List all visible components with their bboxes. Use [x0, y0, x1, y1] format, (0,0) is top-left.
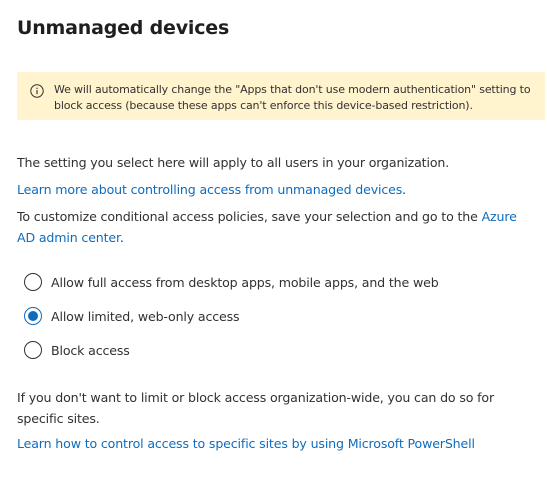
setting-scope-text: The setting you select here will apply t… [17, 155, 450, 170]
warning-banner: We will automatically change the "Apps t… [17, 72, 545, 120]
banner-text: We will automatically change the "Apps t… [54, 83, 531, 112]
customize-text-lead: To customize conditional access policies… [17, 209, 482, 224]
radio-button[interactable] [24, 273, 42, 291]
site-specific-text: If you don't want to limit or block acce… [17, 390, 495, 426]
radio-label: Allow full access from desktop apps, mob… [51, 274, 439, 290]
radio-button[interactable] [24, 307, 42, 325]
info-icon [30, 84, 44, 98]
radio-option-full-access[interactable]: Allow full access from desktop apps, mob… [24, 273, 439, 291]
radio-option-limited-access[interactable]: Allow limited, web-only access [24, 307, 240, 325]
powershell-line: Learn how to control access to specific … [17, 433, 542, 454]
radio-option-block-access[interactable]: Block access [24, 341, 130, 359]
customize-text-period: . [119, 230, 124, 245]
radio-label: Allow limited, web-only access [51, 308, 240, 324]
radio-button[interactable] [24, 341, 42, 359]
customize-text: To customize conditional access policies… [17, 206, 527, 248]
page-title: Unmanaged devices [17, 17, 230, 39]
radio-label: Block access [51, 342, 130, 358]
learn-more-unmanaged-link[interactable]: Learn more about controlling access from… [17, 182, 402, 197]
learn-more-period: . [402, 182, 407, 197]
powershell-sites-link[interactable]: Learn how to control access to specific … [17, 436, 475, 451]
learn-more-line: Learn more about controlling access from… [17, 179, 542, 200]
